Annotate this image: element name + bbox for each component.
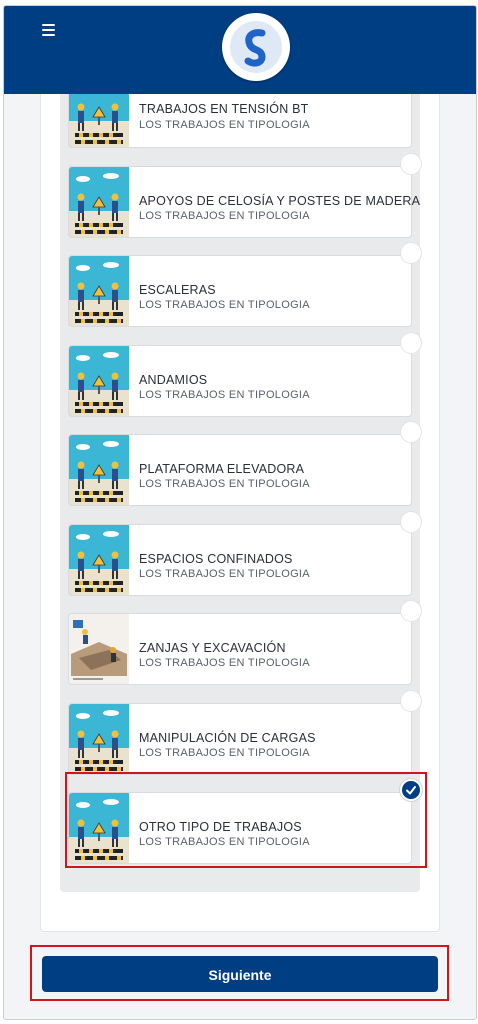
app-frame: TRABAJOS EN TENSIÓN BT LOS TRABAJOS EN TI… (3, 5, 477, 1020)
list-item[interactable]: ESCALERAS LOS TRABAJOS EN TIPOLOGIA (68, 242, 422, 327)
list-item[interactable]: MANIPULACIÓN DE CARGAS LOS TRABAJOS EN TI… (68, 689, 422, 775)
brand-logo-s-icon (222, 13, 290, 81)
excavation-image (69, 614, 129, 684)
list-item[interactable]: ZANJAS Y EXCAVACIÓN LOS TRABAJOS EN TIPOL… (68, 600, 422, 685)
list-item[interactable]: APOYOS DE CELOSÍA Y POSTES DE MADERA LOS … (68, 152, 422, 238)
item-subtitle: LOS TRABAJOS EN TIPOLOGIA (139, 478, 310, 490)
workers-illustration-image (69, 166, 129, 237)
item-title: MANIPULACIÓN DE CARGAS (139, 730, 316, 745)
item-title: ESPACIOS CONFINADOS (139, 551, 293, 566)
workers-illustration-image (69, 435, 129, 505)
workers-illustration-image (69, 703, 129, 774)
radio-button[interactable] (400, 421, 422, 443)
item-title: ESCALERAS (139, 283, 216, 297)
item-title: ANDAMIOS (139, 372, 208, 387)
item-subtitle: LOS TRABAJOS EN TIPOLOGIA (139, 209, 310, 222)
app-header (4, 6, 476, 94)
selected-check-icon[interactable] (400, 779, 422, 801)
item-title: OTRO TIPO DE TRABAJOS (139, 820, 302, 834)
workers-illustration-image (69, 793, 129, 863)
workers-illustration-image (69, 345, 129, 416)
item-subtitle: LOS TRABAJOS EN TIPOLOGIA (139, 388, 310, 401)
item-title: ZANJAS Y EXCAVACIÓN (139, 641, 286, 655)
item-subtitle: LOS TRABAJOS EN TIPOLOGIA (139, 299, 310, 311)
radio-button[interactable] (400, 689, 422, 712)
list-item[interactable]: ANDAMIOS LOS TRABAJOS EN TIPOLOGIA (68, 331, 422, 417)
item-subtitle: LOS TRABAJOS EN TIPOLOGIA (139, 119, 310, 131)
item-title: TRABAJOS EN TENSIÓN BT (139, 102, 309, 116)
item-title: PLATAFORMA ELEVADORA (139, 462, 305, 476)
workers-illustration-image (69, 524, 129, 595)
radio-button[interactable] (400, 331, 422, 354)
radio-button[interactable] (400, 242, 422, 264)
item-title: APOYOS DE CELOSÍA Y POSTES DE MADERA (139, 193, 421, 208)
list-item[interactable]: PLATAFORMA ELEVADORA LOS TRABAJOS EN TIPO… (68, 421, 422, 506)
list-item[interactable]: OTRO TIPO DE TRABAJOS LOS TRABAJOS EN TIP… (68, 779, 422, 864)
workers-illustration-image (69, 256, 129, 326)
radio-button[interactable] (400, 152, 422, 175)
item-subtitle: LOS TRABAJOS EN TIPOLOGIA (139, 836, 310, 848)
item-subtitle: LOS TRABAJOS EN TIPOLOGIA (139, 567, 310, 580)
radio-button[interactable] (400, 600, 422, 622)
list-item[interactable]: ESPACIOS CONFINADOS LOS TRABAJOS EN TIPOL… (68, 510, 422, 596)
item-subtitle: LOS TRABAJOS EN TIPOLOGIA (139, 657, 310, 669)
radio-button[interactable] (400, 510, 422, 533)
hamburger-menu-icon[interactable] (42, 21, 62, 39)
item-subtitle: LOS TRABAJOS EN TIPOLOGIA (139, 746, 310, 759)
next-button[interactable]: Siguiente (42, 956, 438, 992)
